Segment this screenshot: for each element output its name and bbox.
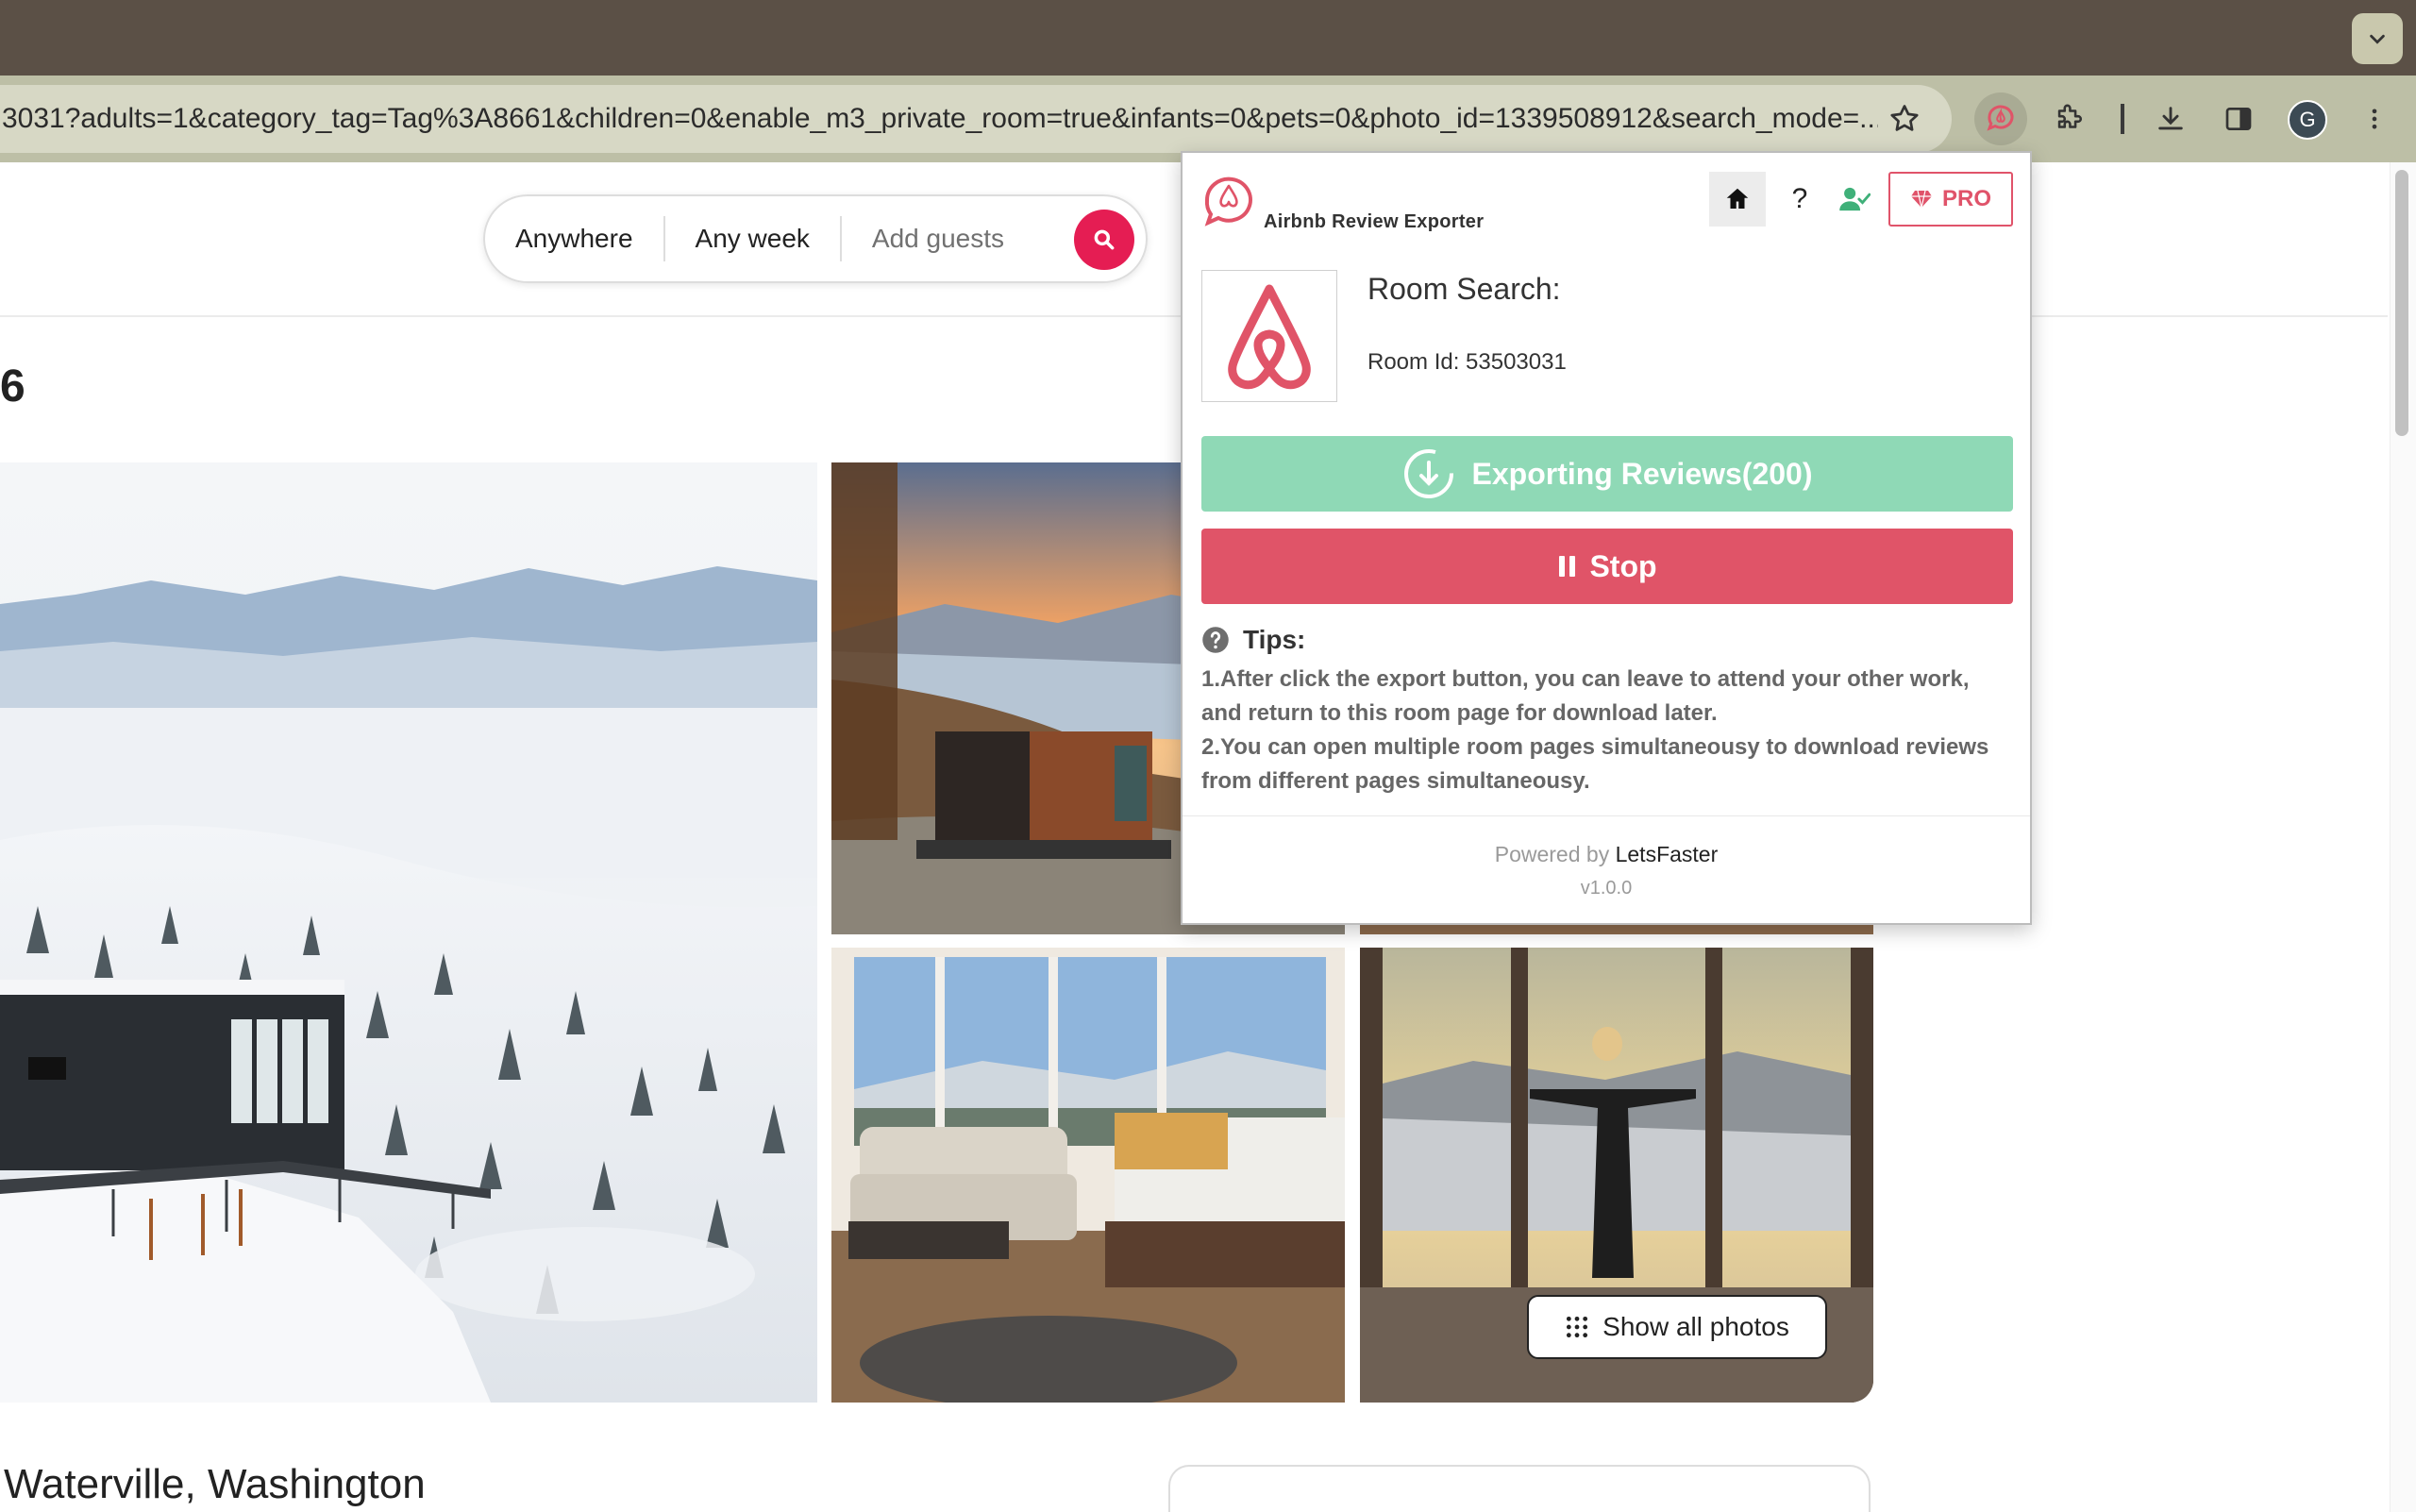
scrollbar-thumb[interactable] bbox=[2395, 170, 2408, 436]
home-button[interactable] bbox=[1709, 172, 1766, 227]
photo-snow-cabin bbox=[0, 462, 817, 1403]
url-text[interactable]: 3031?adults=1&category_tag=Tag%3A8661&ch… bbox=[0, 103, 1878, 135]
diamond-icon bbox=[1910, 190, 1932, 209]
browser-menu-button[interactable] bbox=[2348, 92, 2401, 145]
review-exporter-icon bbox=[1987, 105, 2014, 131]
search-icon bbox=[1094, 229, 1115, 250]
tips-title: Tips: bbox=[1243, 625, 1306, 654]
version-label: v1.0.0 bbox=[1580, 878, 1633, 899]
listing-title: 6 bbox=[0, 361, 25, 412]
room-thumbnail bbox=[1201, 270, 1337, 402]
kebab-icon bbox=[2372, 109, 2377, 129]
powered-brand-link[interactable]: LetsFaster bbox=[1616, 842, 1719, 866]
search-any-week[interactable]: Any week bbox=[665, 224, 840, 254]
room-id: Room Id: 53503031 bbox=[1367, 349, 1567, 375]
side-panel-icon bbox=[2225, 108, 2252, 130]
room-search-title: Room Search: bbox=[1367, 272, 1561, 306]
star-icon[interactable] bbox=[1888, 102, 1921, 136]
show-all-photos-label: Show all photos bbox=[1602, 1312, 1789, 1341]
search-bar[interactable]: Anywhere Any week Add guests bbox=[483, 194, 1148, 283]
listing-photo-main[interactable] bbox=[0, 462, 817, 1403]
browser-titlebar bbox=[0, 0, 2416, 76]
question-circle-icon bbox=[1202, 627, 1229, 653]
app-logo-icon bbox=[1204, 176, 1252, 227]
footer-divider bbox=[1183, 815, 2030, 816]
grid-dots-icon bbox=[1567, 1316, 1588, 1338]
user-check-icon bbox=[1839, 187, 1871, 211]
downloads-button[interactable] bbox=[2144, 92, 2197, 145]
toolbar-separator bbox=[2121, 104, 2124, 134]
listing-photo-bedroom[interactable] bbox=[831, 948, 1345, 1403]
download-icon bbox=[2158, 107, 2183, 130]
search-add-guests[interactable]: Add guests bbox=[842, 224, 1034, 254]
pause-icon bbox=[1559, 556, 1576, 577]
tips-heading: Tips: bbox=[1201, 625, 1305, 655]
pro-button[interactable]: PRO bbox=[1888, 172, 2013, 227]
powered-by: Powered by LetsFaster bbox=[1183, 842, 2030, 867]
tips-body: 1.After click the export button, you can… bbox=[1201, 663, 2015, 798]
extensions-button[interactable] bbox=[2042, 92, 2095, 145]
search-button[interactable] bbox=[1074, 210, 1134, 270]
tab-search-button[interactable] bbox=[2352, 13, 2403, 64]
airbnb-logo-icon bbox=[1228, 284, 1311, 390]
home-icon bbox=[1726, 188, 1749, 209]
photo-bedroom bbox=[831, 948, 1345, 1403]
booking-card bbox=[1168, 1465, 1871, 1512]
chevron-down-icon bbox=[2370, 34, 2385, 44]
export-reviews-button[interactable]: Exporting Reviews(200) bbox=[1201, 436, 2013, 512]
listing-location: Waterville, Washington bbox=[4, 1461, 426, 1507]
powered-prefix: Powered by bbox=[1494, 842, 1616, 866]
side-panel-button[interactable] bbox=[2212, 92, 2265, 145]
extension-name: Airbnb Review Exporter bbox=[1264, 211, 1485, 232]
puzzle-icon bbox=[2057, 104, 2082, 128]
review-exporter-popup: Airbnb Review Exporter ? PRO Room Search… bbox=[1181, 151, 2032, 925]
profile-avatar[interactable]: G bbox=[2288, 100, 2327, 140]
show-all-photos-button[interactable]: Show all photos bbox=[1527, 1295, 1827, 1359]
stop-label: Stop bbox=[1589, 548, 1657, 583]
search-anywhere[interactable]: Anywhere bbox=[485, 224, 663, 254]
pro-label: PRO bbox=[1941, 186, 1991, 211]
stop-button[interactable]: Stop bbox=[1201, 529, 2013, 604]
export-label: Exporting Reviews(200) bbox=[1471, 456, 1813, 491]
help-button[interactable]: ? bbox=[1781, 172, 1819, 227]
review-exporter-extension-button[interactable] bbox=[1974, 92, 2027, 145]
tip-1: 1.After click the export button, you can… bbox=[1201, 666, 1970, 726]
tip-2: 2.You can open multiple room pages simul… bbox=[1201, 734, 1989, 794]
address-bar[interactable]: 3031?adults=1&category_tag=Tag%3A8661&ch… bbox=[0, 85, 1952, 153]
account-button[interactable] bbox=[1832, 172, 1877, 227]
download-circle-icon bbox=[1403, 449, 1453, 498]
